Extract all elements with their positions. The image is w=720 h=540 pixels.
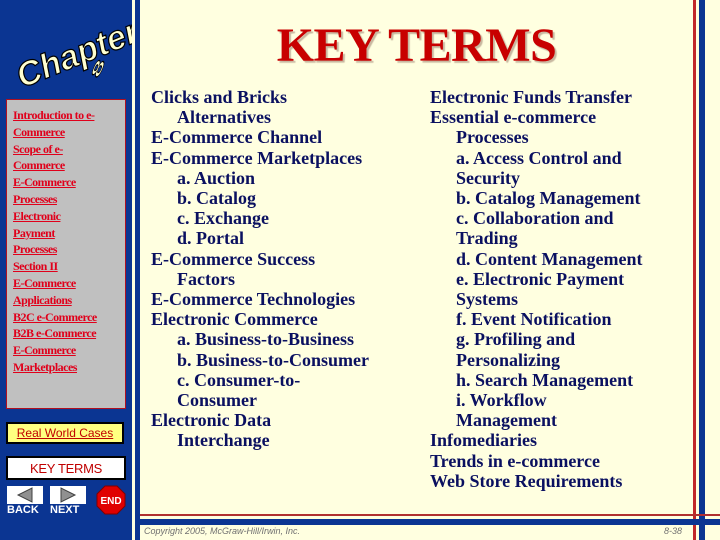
chapter-nav-panel: Introduction to e- Commerce Scope of e- …: [6, 99, 126, 409]
end-label: END: [100, 496, 121, 507]
nav-link-marketplaces[interactable]: Marketplaces: [13, 359, 125, 376]
nav-link-intro[interactable]: Introduction to e-: [13, 107, 125, 124]
nav-link-processes[interactable]: Processes: [13, 191, 125, 208]
key-term-line: f. Event Notification: [456, 309, 612, 330]
nav-link-payment[interactable]: Electronic: [13, 208, 125, 225]
key-term-line: E-Commerce Success: [151, 248, 316, 269]
next-button[interactable]: [50, 486, 86, 504]
key-term-line: E-Commerce Technologies: [151, 289, 356, 310]
key-term-line: Consumer: [177, 390, 257, 411]
key-term-line: e. Electronic Payment: [456, 268, 625, 289]
frame-bottom-red-line: [140, 514, 720, 516]
key-term-line: Infomediaries: [430, 430, 537, 451]
key-term-line: c. Collaboration and: [456, 208, 614, 229]
key-terms-right-column: Electronic Funds Transfer Essential e-com…: [430, 87, 692, 491]
frame-left-line: [135, 0, 140, 540]
key-term-line: b. Business-to-Consumer: [177, 349, 370, 370]
nav-link-payment[interactable]: Payment: [13, 225, 125, 242]
key-term-line: b. Catalog: [177, 188, 257, 209]
chapter-logo-word: Chapter: [11, 12, 132, 90]
nav-link-b2c[interactable]: B2C e-Commerce: [13, 309, 125, 326]
nav-link-applications[interactable]: E-Commerce: [13, 275, 125, 292]
key-term-line: a. Business-to-Business: [177, 329, 355, 350]
key-term-line: g. Profiling and: [456, 329, 576, 350]
key-term-line: d. Content Management: [456, 248, 643, 269]
key-term-line: Trends in e-commerce: [430, 450, 600, 471]
key-term-line: d. Portal: [177, 228, 244, 249]
key-term-line: a. Auction: [177, 167, 256, 188]
key-term-line: h. Search Management: [456, 369, 634, 390]
frame-right-red-line: [693, 0, 696, 540]
nav-link-intro[interactable]: Commerce: [13, 124, 125, 141]
key-term-line: Web Store Requirements: [430, 470, 623, 491]
key-term-line: i. Workflow: [456, 390, 547, 411]
nav-link-b2b[interactable]: B2B e-Commerce: [13, 325, 125, 342]
key-term-line: Clicks and Bricks: [151, 87, 288, 107]
key-term-line: c. Exchange: [177, 208, 269, 229]
frame-right-blue-line: [699, 0, 705, 540]
key-term-line: Trading: [456, 228, 518, 249]
nav-link-payment[interactable]: Processes: [13, 241, 125, 258]
key-term-line: b. Catalog Management: [456, 188, 641, 209]
key-term-line: a. Access Control and: [456, 147, 622, 168]
real-world-cases-button[interactable]: Real World Cases: [6, 422, 124, 444]
back-label: BACK: [7, 504, 39, 516]
next-arrow-icon: [60, 487, 77, 503]
key-term-line: Management: [456, 410, 557, 431]
next-label: NEXT: [50, 504, 80, 516]
slide-title: KEY TERMS: [276, 19, 557, 72]
key-terms-button[interactable]: KEY TERMS: [6, 456, 126, 480]
key-term-line: Alternatives: [177, 107, 271, 128]
back-button[interactable]: [7, 486, 43, 504]
back-arrow-icon: [16, 487, 33, 503]
end-button[interactable]: END: [96, 485, 126, 515]
copyright-text: Copyright 2005, McGraw-Hill/Irwin, Inc.: [144, 526, 301, 536]
nav-link-applications[interactable]: Applications: [13, 292, 125, 309]
page-number: 8-38: [664, 526, 683, 536]
key-term-line: Electronic Funds Transfer: [430, 87, 632, 107]
stop-sign-icon: END: [96, 485, 126, 515]
key-term-line: E-Commerce Marketplaces: [151, 147, 363, 168]
key-term-line: Personalizing: [456, 349, 560, 370]
nav-link-marketplaces[interactable]: E-Commerce: [13, 342, 125, 359]
key-term-line: c. Consumer-to-: [177, 369, 301, 390]
nav-link-scope[interactable]: Scope of e-: [13, 141, 125, 158]
nav-link-processes[interactable]: E-Commerce: [13, 174, 125, 191]
nav-link-section-ii[interactable]: Section II: [13, 258, 125, 275]
key-term-line: Essential e-commerce: [430, 107, 597, 128]
chapter-logo: Chapter 8: [4, 4, 146, 96]
key-term-line: Processes: [456, 127, 529, 148]
key-terms-left-column: Clicks and Bricks Alternatives E-Commerce …: [151, 87, 421, 451]
frame-bottom-blue-line: [140, 519, 720, 525]
key-term-line: Security: [456, 167, 520, 188]
key-term-line: Electronic Commerce: [151, 309, 318, 330]
key-term-line: Interchange: [177, 430, 270, 451]
key-term-line: Electronic Data: [151, 410, 272, 431]
key-term-line: Factors: [177, 268, 235, 289]
key-term-line: Systems: [456, 289, 518, 310]
key-term-line: E-Commerce Channel: [151, 127, 323, 148]
nav-link-scope[interactable]: Commerce: [13, 157, 125, 174]
